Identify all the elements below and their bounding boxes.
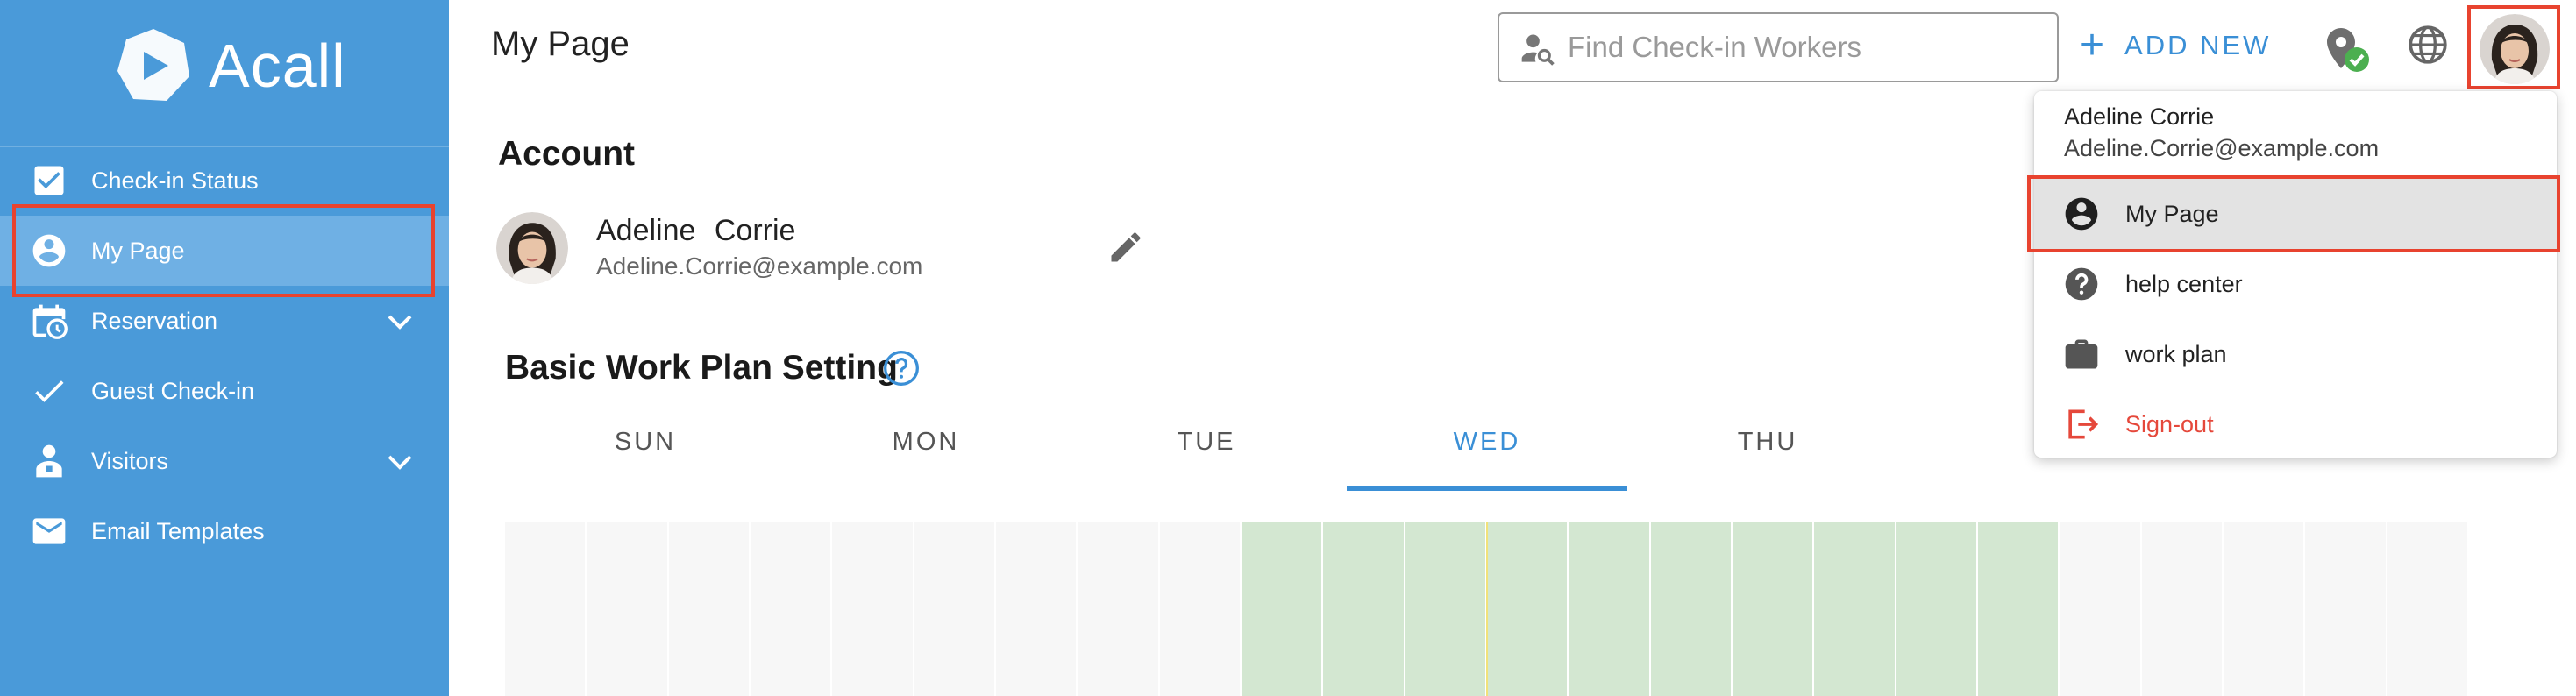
time-slot-cell[interactable] bbox=[1242, 522, 1324, 696]
time-slot-cell[interactable] bbox=[1650, 522, 1733, 696]
sidebar-item-label: Visitors bbox=[91, 447, 169, 474]
time-slot-cell[interactable] bbox=[1978, 522, 2060, 696]
day-tab-thu[interactable]: THU bbox=[1627, 428, 1908, 457]
checkbox-icon bbox=[34, 166, 64, 195]
work-plan-section-title: Basic Work Plan Setting bbox=[505, 349, 898, 387]
menu-user-email: Adeline.Corrie@example.com bbox=[2064, 135, 2380, 161]
day-tab-tue[interactable]: TUE bbox=[1066, 428, 1347, 457]
time-slot-cell[interactable] bbox=[1814, 522, 1896, 696]
account-avatar bbox=[496, 212, 568, 284]
sidebar: Acall Check-in Status My Page Reservatio… bbox=[0, 0, 449, 696]
time-slot-cell[interactable] bbox=[1896, 522, 1978, 696]
help-circle-icon[interactable] bbox=[882, 349, 921, 387]
day-tab-wed[interactable]: WED bbox=[1347, 428, 1627, 457]
calendar-clock-icon bbox=[32, 304, 68, 339]
time-slot-cell[interactable] bbox=[2060, 522, 2142, 696]
time-slot-cell[interactable] bbox=[505, 522, 587, 696]
menu-item-help-center[interactable]: help center bbox=[2034, 249, 2557, 319]
mail-icon bbox=[32, 518, 66, 544]
time-slot-cell[interactable] bbox=[2224, 522, 2306, 696]
person-search-icon bbox=[1521, 34, 1555, 66]
time-slot-cell[interactable] bbox=[1569, 522, 1651, 696]
acall-logo-icon bbox=[117, 29, 189, 101]
sign-out-icon bbox=[2068, 409, 2099, 439]
time-slot-cell[interactable] bbox=[832, 522, 914, 696]
sidebar-item-email-templates[interactable]: Email Templates bbox=[0, 496, 449, 566]
time-slot-cell[interactable] bbox=[1405, 522, 1487, 696]
sidebar-item-label: Guest Check-in bbox=[91, 377, 255, 404]
menu-item-label: Sign-out bbox=[2125, 410, 2214, 437]
menu-item-label: help center bbox=[2125, 270, 2243, 297]
sidebar-item-label: Email Templates bbox=[91, 517, 265, 544]
sidebar-item-visitors[interactable]: Visitors bbox=[0, 426, 449, 496]
time-slot-cell[interactable] bbox=[751, 522, 833, 696]
highlight-box bbox=[12, 204, 435, 297]
highlight-box bbox=[2467, 5, 2560, 89]
app-name: Acall bbox=[209, 32, 346, 100]
user-dropdown-menu: Adeline Corrie Adeline.Corrie@example.co… bbox=[2034, 91, 2557, 458]
current-time-line bbox=[1486, 522, 1488, 696]
add-new-label: ADD NEW bbox=[2124, 30, 2272, 60]
account-email: Adeline.Corrie@example.com bbox=[596, 252, 923, 280]
day-tab-sun[interactable]: SUN bbox=[505, 428, 786, 457]
acall-logo[interactable]: Acall bbox=[114, 26, 346, 105]
time-slot-cell[interactable] bbox=[2305, 522, 2387, 696]
add-new-button[interactable]: + ADD NEW bbox=[2080, 19, 2271, 72]
chevron-down-icon[interactable] bbox=[382, 310, 417, 333]
day-tab-mon[interactable]: MON bbox=[786, 428, 1066, 457]
pencil-icon[interactable] bbox=[1107, 228, 1145, 266]
page-title: My Page bbox=[491, 25, 630, 63]
sidebar-item-label: Reservation bbox=[91, 307, 218, 334]
chevron-down-icon[interactable] bbox=[382, 451, 417, 473]
globe-icon[interactable] bbox=[2406, 23, 2450, 67]
search-box[interactable] bbox=[1498, 12, 2059, 82]
time-slot-cell[interactable] bbox=[1323, 522, 1405, 696]
time-slot-cell[interactable] bbox=[668, 522, 751, 696]
time-slot-cell[interactable] bbox=[587, 522, 669, 696]
time-slot-cell[interactable] bbox=[1487, 522, 1569, 696]
time-slot-cell[interactable] bbox=[914, 522, 996, 696]
checkmark-icon bbox=[35, 380, 64, 402]
visitor-badge-icon bbox=[36, 444, 62, 478]
briefcase-icon bbox=[2065, 339, 2098, 369]
menu-item-label: work plan bbox=[2125, 340, 2227, 367]
time-slot-cell[interactable] bbox=[2387, 522, 2469, 696]
search-input[interactable] bbox=[1568, 23, 2041, 72]
highlight-box bbox=[2027, 175, 2560, 252]
time-slot-cell[interactable] bbox=[996, 522, 1078, 696]
menu-item-sign-out[interactable]: Sign-out bbox=[2034, 389, 2557, 459]
account-section-title: Account bbox=[498, 135, 635, 173]
time-slot-cell[interactable] bbox=[1159, 522, 1242, 696]
sidebar-item-label: Check-in Status bbox=[91, 167, 259, 194]
account-name: Adeline Corrie bbox=[596, 214, 796, 247]
time-slot-cell[interactable] bbox=[1078, 522, 1160, 696]
menu-item-work-plan[interactable]: work plan bbox=[2034, 319, 2557, 389]
help-circle-icon bbox=[2065, 267, 2098, 301]
menu-user-name: Adeline Corrie bbox=[2064, 103, 2215, 130]
time-slot-cell[interactable] bbox=[1733, 522, 1815, 696]
plus-icon: + bbox=[2080, 22, 2108, 68]
location-check-icon[interactable] bbox=[2322, 25, 2371, 74]
sidebar-item-guest-check-in[interactable]: Guest Check-in bbox=[0, 356, 449, 426]
selected-tab-indicator bbox=[1347, 486, 1627, 491]
time-slot-cell[interactable] bbox=[2141, 522, 2224, 696]
